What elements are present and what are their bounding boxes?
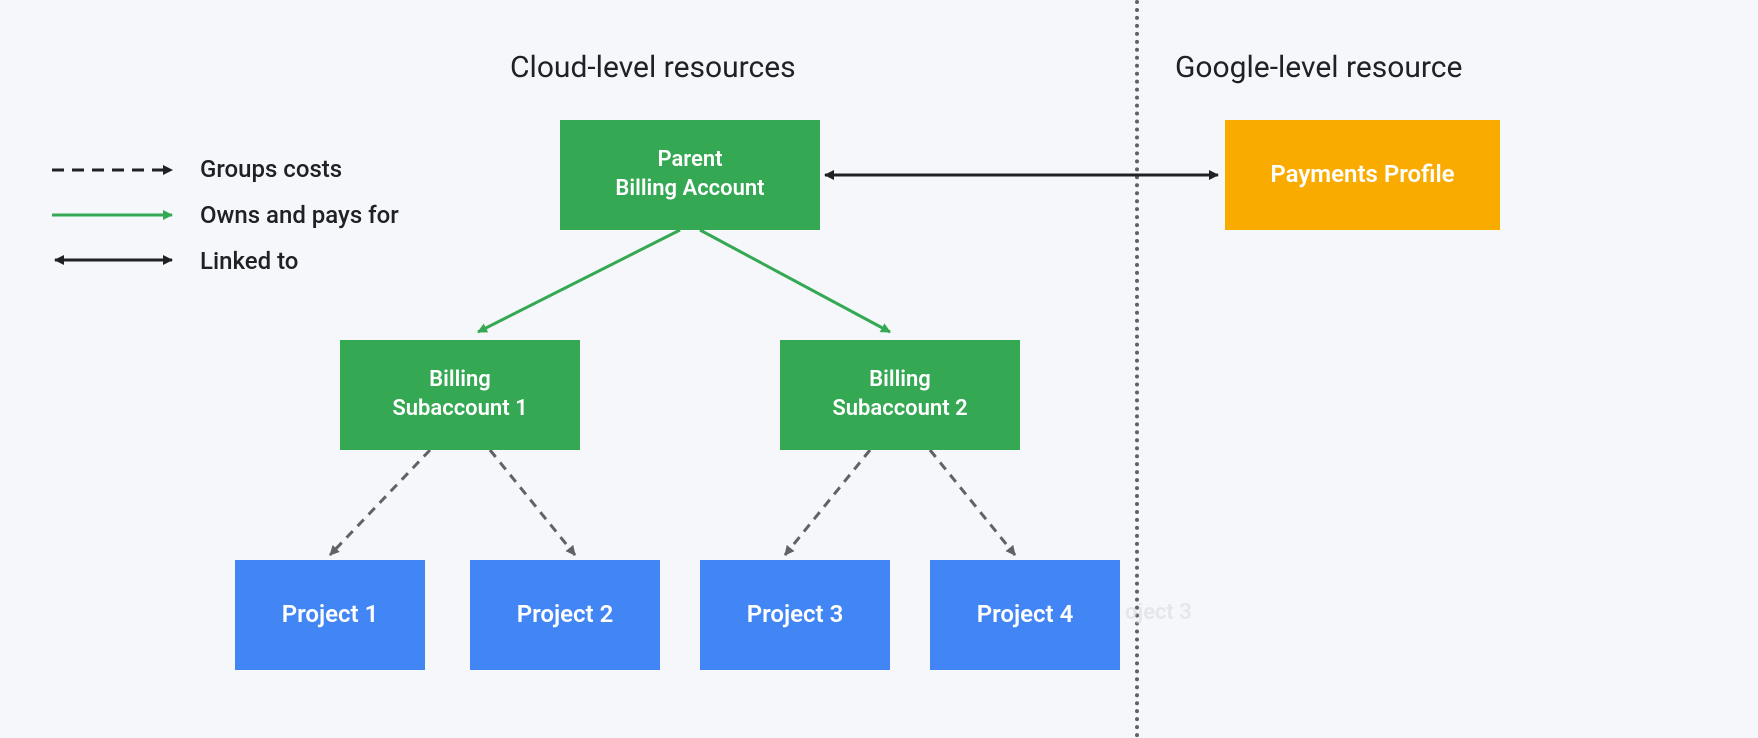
project-2-label: Project 2 <box>517 599 614 630</box>
project-2-node: Project 2 <box>470 560 660 670</box>
legend-groups-costs: Groups costs <box>50 155 399 183</box>
ghost-text: oject 3 <box>1125 600 1192 625</box>
subaccount-2-node: Billing Subaccount 2 <box>780 340 1020 450</box>
cloud-resources-title: Cloud-level resources <box>510 50 796 85</box>
subaccount1-line2: Subaccount 1 <box>392 395 527 424</box>
project-3-node: Project 3 <box>700 560 890 670</box>
legend-owns-pays-label: Owns and pays for <box>200 201 399 229</box>
payments-profile-node: Payments Profile <box>1225 120 1500 230</box>
parent-billing-account-node: Parent Billing Account <box>560 120 820 230</box>
payments-profile-label: Payments Profile <box>1270 159 1454 190</box>
project-3-label: Project 3 <box>747 599 844 630</box>
parent-billing-line1: Parent <box>615 146 764 175</box>
legend-linked-to: Linked to <box>50 247 399 275</box>
parent-billing-line2: Billing Account <box>615 175 764 204</box>
project-1-label: Project 1 <box>282 599 379 630</box>
subaccount1-line1: Billing <box>392 366 527 395</box>
vertical-divider <box>1135 0 1139 738</box>
legend-owns-pays: Owns and pays for <box>50 201 399 229</box>
subaccount2-line2: Subaccount 2 <box>832 395 967 424</box>
project-1-node: Project 1 <box>235 560 425 670</box>
project-4-label: Project 4 <box>977 599 1074 630</box>
legend-linked-to-label: Linked to <box>200 247 298 275</box>
subaccount2-line1: Billing <box>832 366 967 395</box>
legend-groups-costs-label: Groups costs <box>200 155 342 183</box>
google-resource-title: Google-level resource <box>1175 50 1462 85</box>
project-4-node: Project 4 <box>930 560 1120 670</box>
subaccount-1-node: Billing Subaccount 1 <box>340 340 580 450</box>
legend: Groups costs Owns and pays for Linked to <box>50 155 399 293</box>
